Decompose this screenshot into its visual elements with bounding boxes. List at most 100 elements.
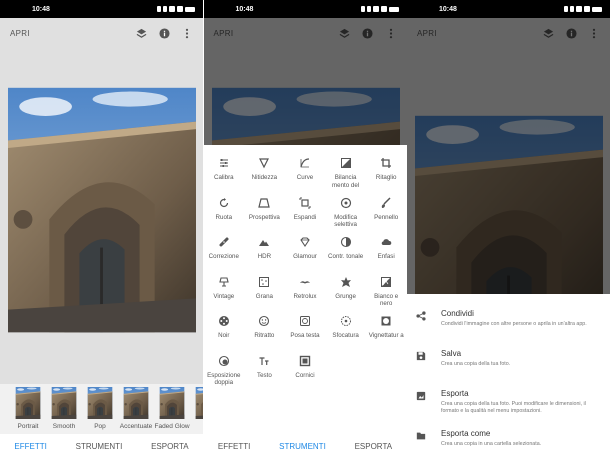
cloud-icon xyxy=(380,236,392,248)
tool-contr-tonale[interactable]: Contr. tonale xyxy=(325,236,366,276)
tune-icon xyxy=(218,157,230,169)
blur-icon xyxy=(340,315,352,327)
tool-testo[interactable]: Testo xyxy=(244,355,285,395)
tool-curve[interactable]: Curve xyxy=(285,157,326,197)
effect-preview xyxy=(156,387,188,419)
selective-icon xyxy=(340,197,352,209)
tab-export[interactable]: ESPORTA xyxy=(151,442,189,451)
text-icon xyxy=(258,355,270,367)
tab-export[interactable]: ESPORTA xyxy=(355,442,393,451)
tool-hdr[interactable]: HDR xyxy=(244,236,285,276)
status-time: 10:48 xyxy=(32,5,50,13)
tab-effects[interactable]: EFFETTI xyxy=(218,442,250,451)
tool-espandi[interactable]: Espandi xyxy=(285,197,326,237)
effect-preview xyxy=(120,387,152,419)
share-menu-item[interactable]: Condividi Condividi l'immagine con altre … xyxy=(407,304,610,344)
status-bar: 10:48 xyxy=(203,0,407,18)
lamp-icon xyxy=(218,276,230,288)
tool-enfasi[interactable]: Enfasi xyxy=(366,236,407,276)
tool-calibra[interactable]: Calibra xyxy=(204,157,245,197)
tool-label: Prospettiva xyxy=(248,213,280,221)
tool-label: Bianco e nero xyxy=(374,292,399,308)
tab-tools[interactable]: STRUMENTI xyxy=(76,442,123,451)
effect-thumb[interactable]: Portrait xyxy=(12,387,44,434)
tool-posa-testa[interactable]: Posa testa xyxy=(285,315,326,355)
dim-overlay xyxy=(203,18,407,145)
tool-label: Vintage xyxy=(213,292,235,300)
tool-ruota[interactable]: Ruota xyxy=(204,197,245,237)
tool-glamour[interactable]: Glamour xyxy=(285,236,326,276)
grunge-icon xyxy=(340,276,352,288)
tool-label: Ritaglio xyxy=(375,174,397,181)
effect-thumb[interactable]: Smooth xyxy=(48,387,80,434)
effects-strip: Portrait Smooth Pop Accentuate Faded Glo… xyxy=(0,384,203,434)
export-menu-item[interactable]: Esporta Crea una copia della tua foto. Pu… xyxy=(407,384,610,424)
tool-esposizione-doppia[interactable]: Esposizione doppia xyxy=(204,355,245,395)
status-time: 10:48 xyxy=(439,5,457,13)
effect-thumb[interactable]: Mo xyxy=(192,387,203,434)
save-icon xyxy=(415,350,427,362)
tool-pennello[interactable]: Pennello xyxy=(366,196,407,237)
tool-bilancia-mento-del[interactable]: Bilancia mento del xyxy=(325,157,366,197)
screen-export: 10:48 APRI CondividiCondividi l'immagine… xyxy=(407,0,610,458)
status-icons xyxy=(157,6,195,12)
tool-label: Modifica selettiva xyxy=(334,213,358,229)
tool-label: Glamour xyxy=(293,253,317,260)
tool-cornici[interactable]: Cornici xyxy=(285,355,326,395)
triangle-icon xyxy=(258,157,270,169)
layers-icon[interactable] xyxy=(135,27,147,39)
tool-label: Contr. tonale xyxy=(328,253,364,260)
effect-label: Portrait xyxy=(17,423,39,430)
more-vert-icon[interactable] xyxy=(181,27,193,39)
tonal-icon xyxy=(340,236,352,248)
effect-thumb[interactable]: Pop xyxy=(84,387,116,434)
double-exposure-icon xyxy=(218,355,230,367)
tool-nitidezza[interactable]: Nitidezza xyxy=(244,157,285,197)
info-icon[interactable] xyxy=(158,27,170,39)
tool-modifica-selettiva[interactable]: Modifica selettiva xyxy=(325,197,366,237)
share-icon xyxy=(415,310,427,322)
white-balance-icon xyxy=(340,157,352,169)
tool-label: Sfocatura xyxy=(332,332,359,339)
tool-grunge[interactable]: Grunge xyxy=(325,276,366,316)
status-icons xyxy=(360,6,399,12)
tool-prospettiva[interactable]: Prospettiva xyxy=(244,197,285,237)
crop-icon xyxy=(380,157,392,169)
open-button[interactable]: APRI xyxy=(10,29,124,38)
effect-thumb[interactable]: Accentuate xyxy=(120,387,152,434)
tool-label: Esposizione doppia xyxy=(207,371,241,387)
tool-correzione[interactable]: Correzione xyxy=(204,236,245,276)
menu-item-desc: Condividi l'immagine con altre persone o… xyxy=(441,321,587,327)
tool-ritaglio[interactable]: Ritaglio xyxy=(366,157,407,197)
tool-vintage[interactable]: Vintage xyxy=(204,276,245,316)
export-as-menu-item[interactable]: Esporta come Crea una copia in una cartel… xyxy=(407,424,610,458)
screen-effects: 10:48 APRI Portrait Smooth Pop Accentuat… xyxy=(0,0,203,458)
tool-retrolux[interactable]: Retrolux xyxy=(285,276,326,316)
status-time: 10:48 xyxy=(235,5,254,13)
perspective-icon xyxy=(258,197,271,209)
tool-grana[interactable]: Grana xyxy=(244,276,285,316)
effect-label: Pop xyxy=(94,423,106,430)
effect-thumb[interactable]: Faded Glow xyxy=(154,387,190,434)
tool-bianco-e-nero[interactable]: Bianco e nero xyxy=(366,276,407,316)
tool-label: Correzione xyxy=(208,253,239,260)
tool-sfocatura[interactable]: Sfocatura xyxy=(325,315,366,355)
head-pose-icon xyxy=(299,315,311,327)
tool-ritratto[interactable]: Ritratto xyxy=(244,315,285,355)
bottom-nav: EFFETTI STRUMENTI ESPORTA xyxy=(203,434,407,458)
tool-noir[interactable]: Noir xyxy=(204,315,245,355)
tool-label: Retrolux xyxy=(293,292,317,300)
menu-item-title: Condividi xyxy=(441,309,474,318)
photo-preview[interactable] xyxy=(8,84,196,336)
tool-label: Curve xyxy=(296,174,314,181)
tab-tools[interactable]: STRUMENTI xyxy=(279,442,326,451)
diamond-icon xyxy=(299,236,311,248)
effect-preview xyxy=(48,387,80,419)
save-menu-item[interactable]: Salva Crea una copia della tua foto. xyxy=(407,344,610,384)
tool-vignettatur-a[interactable]: Vignettatur a xyxy=(366,315,407,355)
film-reel-icon xyxy=(218,315,230,327)
effect-preview xyxy=(84,387,116,419)
tool-label: Grunge xyxy=(335,292,356,300)
tab-effects[interactable]: EFFETTI xyxy=(14,442,46,451)
effect-preview xyxy=(12,387,44,419)
